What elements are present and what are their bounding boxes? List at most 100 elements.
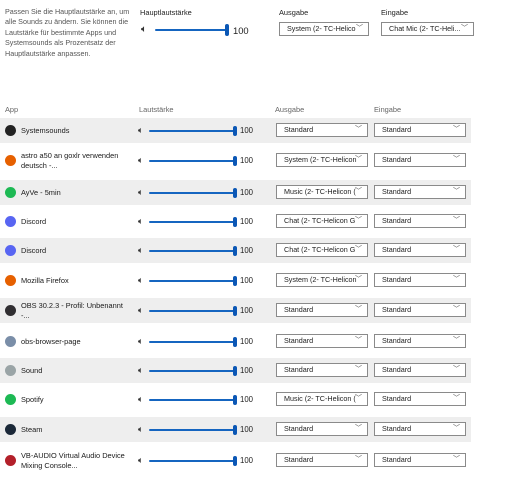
app-volume-thumb[interactable] [233, 246, 237, 256]
app-output-select[interactable]: System (2- TC-Helicon ﹀ [276, 153, 368, 167]
input-device-value: Chat Mic (2- TC-Heli... [389, 24, 461, 33]
app-row: OBS 30.2.3 - Profil: Unbenannt -... 🔈︎ 100… [0, 298, 471, 323]
app-output-select[interactable]: Music (2- TC-Helicon (﹀ [276, 392, 368, 406]
app-output-select[interactable]: System (2- TC-Helicon ﹀ [276, 273, 368, 287]
master-volume-slider[interactable] [155, 24, 229, 36]
output-device-select[interactable]: System (2- TC-Helico ﹀ [279, 22, 369, 36]
app-output-value: Standard [284, 305, 314, 314]
app-input-select[interactable]: Standard ﹀ [374, 363, 466, 377]
app-output-select[interactable]: Chat (2- TC-Helicon G ﹀ [276, 214, 368, 228]
app-volume-thumb[interactable] [233, 456, 237, 466]
discord-icon [5, 245, 16, 256]
app-output-select[interactable]: Standard ﹀ [276, 363, 368, 377]
input-label: Eingabe [381, 8, 409, 17]
app-volume-thumb[interactable] [233, 188, 237, 198]
chevron-down-icon: ﹀ [355, 425, 362, 432]
app-name: astro a50 an goxlr verwenden deutsch -..… [21, 151, 119, 170]
app-volume-value: 100 [240, 456, 254, 465]
app-volume-value: 100 [240, 156, 254, 165]
app-input-select[interactable]: Standard ﹀ [374, 243, 466, 257]
app-input-select[interactable]: Standard ﹀ [374, 123, 466, 137]
app-input-select[interactable]: Standard ﹀ [374, 214, 466, 228]
app-volume-slider[interactable] [149, 246, 237, 256]
app-volume-thumb[interactable] [233, 425, 237, 435]
app-volume-slider[interactable] [149, 366, 237, 376]
app-volume-thumb[interactable] [233, 276, 237, 286]
chevron-down-icon: ﹀ [355, 395, 362, 402]
app-output-select[interactable]: Standard ﹀ [276, 334, 368, 348]
app-volume-slider[interactable] [149, 456, 237, 466]
app-input-select[interactable]: Standard ﹀ [374, 273, 466, 287]
app-input-select[interactable]: Standard ﹀ [374, 185, 466, 199]
app-input-select[interactable]: Standard ﹀ [374, 392, 466, 406]
app-name: obs-browser-page [21, 337, 81, 346]
master-volume-thumb[interactable] [225, 24, 229, 36]
chevron-down-icon: ﹀ [355, 246, 362, 253]
app-input-select[interactable]: Standard ﹀ [374, 153, 466, 167]
app-output-select[interactable]: Standard ﹀ [276, 123, 368, 137]
app-input-select[interactable]: Standard ﹀ [374, 453, 466, 467]
app-volume-value: 100 [240, 188, 254, 197]
app-volume-slider[interactable] [149, 395, 237, 405]
chevron-down-icon: ﹀ [453, 276, 460, 283]
speaker-icon: 🔈︎ [138, 424, 144, 434]
output-device-value: System (2- TC-Helico [287, 24, 356, 33]
column-header-output: Ausgabe [275, 105, 305, 114]
app-name: Spotify [21, 395, 44, 404]
app-output-value: Chat (2- TC-Helicon G [284, 245, 356, 254]
column-header-volume: Lautstärke [139, 105, 174, 114]
app-output-select[interactable]: Standard ﹀ [276, 453, 368, 467]
app-input-select[interactable]: Standard ﹀ [374, 422, 466, 436]
app-output-select[interactable]: Music (2- TC-Helicon (﹀ [276, 185, 368, 199]
browser-page-icon [5, 336, 16, 347]
app-input-value: Standard [382, 455, 412, 464]
app-input-value: Standard [382, 424, 412, 433]
app-volume-thumb[interactable] [233, 337, 237, 347]
app-volume-slider[interactable] [149, 425, 237, 435]
chevron-down-icon: ﹀ [355, 456, 362, 463]
master-volume-label: Hauptlautstärke [140, 8, 192, 17]
app-name: Steam [21, 425, 43, 434]
app-output-value: Music (2- TC-Helicon ( [284, 394, 356, 403]
speaker-icon: 🔈︎ [138, 216, 144, 226]
app-volume-slider[interactable] [149, 156, 237, 166]
app-row: Mozilla Firefox 🔈︎ 100 System (2- TC-Helico… [0, 268, 471, 293]
app-volume-thumb[interactable] [233, 306, 237, 316]
app-row: Discord 🔈︎ 100 Chat (2- TC-Helicon G ﹀ Standa… [0, 209, 471, 234]
app-volume-slider[interactable] [149, 337, 237, 347]
app-volume-slider[interactable] [149, 306, 237, 316]
app-volume-slider[interactable] [149, 217, 237, 227]
chevron-down-icon: ﹀ [453, 337, 460, 344]
app-volume-slider[interactable] [149, 276, 237, 286]
app-volume-slider[interactable] [149, 188, 237, 198]
app-volume-thumb[interactable] [233, 395, 237, 405]
chevron-down-icon: ﹀ [461, 25, 468, 32]
app-input-value: Standard [382, 245, 412, 254]
chevron-down-icon: ﹀ [355, 337, 362, 344]
app-output-select[interactable]: Chat (2- TC-Helicon G ﹀ [276, 243, 368, 257]
app-name: Discord [21, 217, 47, 226]
app-volume-slider[interactable] [149, 126, 237, 136]
app-volume-thumb[interactable] [233, 366, 237, 376]
app-input-select[interactable]: Standard ﹀ [374, 303, 466, 317]
app-name: Mozilla Firefox [21, 276, 69, 285]
app-volume-thumb[interactable] [233, 126, 237, 136]
input-device-select[interactable]: Chat Mic (2- TC-Heli... ﹀ [381, 22, 474, 36]
column-header-input: Eingabe [374, 105, 402, 114]
chevron-down-icon: ﹀ [453, 156, 460, 163]
app-name: OBS 30.2.3 - Profil: Unbenannt -... [21, 301, 123, 320]
column-header-app: App [5, 105, 19, 114]
speaker-icon: 🔈︎ [138, 455, 144, 465]
intro-text: Passen Sie die Hauptlautstärke an, um al… [5, 7, 130, 58]
app-volume-value: 100 [240, 306, 254, 315]
app-input-value: Standard [382, 275, 412, 284]
app-volume-value: 100 [240, 126, 254, 135]
chevron-down-icon: ﹀ [355, 126, 362, 133]
app-volume-thumb[interactable] [233, 217, 237, 227]
app-input-value: Standard [382, 125, 412, 134]
app-output-select[interactable]: Standard ﹀ [276, 303, 368, 317]
app-input-select[interactable]: Standard ﹀ [374, 334, 466, 348]
app-output-select[interactable]: Standard ﹀ [276, 422, 368, 436]
app-volume-thumb[interactable] [233, 156, 237, 166]
app-volume-value: 100 [240, 425, 254, 434]
